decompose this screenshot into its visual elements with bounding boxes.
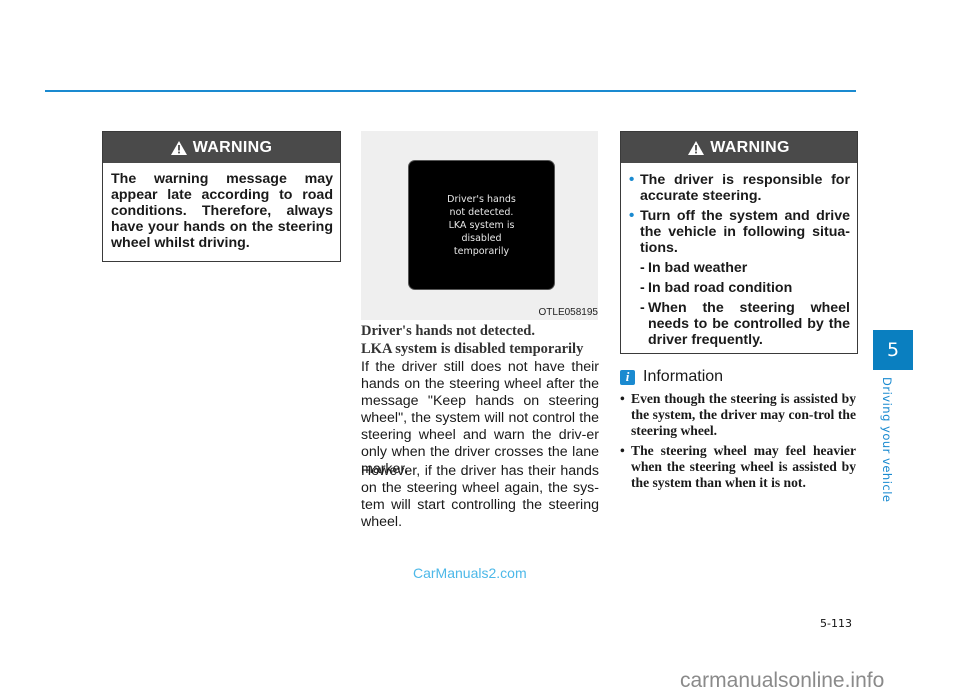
information-title: Information xyxy=(643,368,724,385)
warning-title: WARNING xyxy=(710,138,790,156)
body-paragraph: However, if the driver has their hands o… xyxy=(361,463,599,530)
warning-header: WARNING xyxy=(621,132,857,163)
information-heading: i Information xyxy=(620,368,723,386)
chapter-tab: 5 xyxy=(873,330,913,370)
warning-triangle-icon xyxy=(170,140,187,155)
page-number: 5-113 xyxy=(820,617,852,630)
warning-text: The warning message may appear late acco… xyxy=(111,171,333,251)
watermark-link[interactable]: CarManuals2.com xyxy=(413,565,527,581)
warning-header: WARNING xyxy=(103,132,340,163)
warning-box-left: WARNING The warning message may appear l… xyxy=(102,131,341,262)
information-item: The steering wheel may feel heavier when… xyxy=(620,443,856,491)
header-rule xyxy=(45,90,856,92)
section-heading: Driver's hands not detected. LKA system … xyxy=(361,322,601,358)
chapter-label: Driving your vehicle xyxy=(880,377,894,503)
watermark-corner: carmanualsonline.info xyxy=(680,669,885,692)
warning-list: The driver is responsible for accurate s… xyxy=(621,163,857,348)
section-heading-line2: LKA system is disabled temporarily xyxy=(361,341,584,357)
body-paragraph: If the driver still does not have their … xyxy=(361,359,599,477)
cluster-display-figure: Driver's hands not detected. LKA system … xyxy=(361,131,598,320)
information-list: Even though the steering is assisted by … xyxy=(620,391,856,495)
section-heading-line1: Driver's hands not detected. xyxy=(361,323,535,339)
cluster-screen: Driver's hands not detected. LKA system … xyxy=(408,160,555,290)
warning-sub-item: When the steering wheel needs to be cont… xyxy=(629,300,850,348)
warning-sub-item: In bad road condition xyxy=(629,280,850,296)
warning-box-right: WARNING The driver is responsible for ac… xyxy=(620,131,858,354)
warning-triangle-icon xyxy=(688,140,705,155)
information-item: Even though the steering is assisted by … xyxy=(620,391,856,439)
warning-title: WARNING xyxy=(192,138,273,156)
warning-bullet: The driver is responsible for accurate s… xyxy=(629,172,850,204)
cluster-message: Driver's hands not detected. LKA system … xyxy=(447,193,516,257)
info-icon: i xyxy=(620,369,635,385)
warning-bullet: Turn off the system and drive the vehicl… xyxy=(629,208,850,256)
warning-sub-item: In bad weather xyxy=(629,260,850,276)
figure-code: OTLE058195 xyxy=(538,307,599,318)
